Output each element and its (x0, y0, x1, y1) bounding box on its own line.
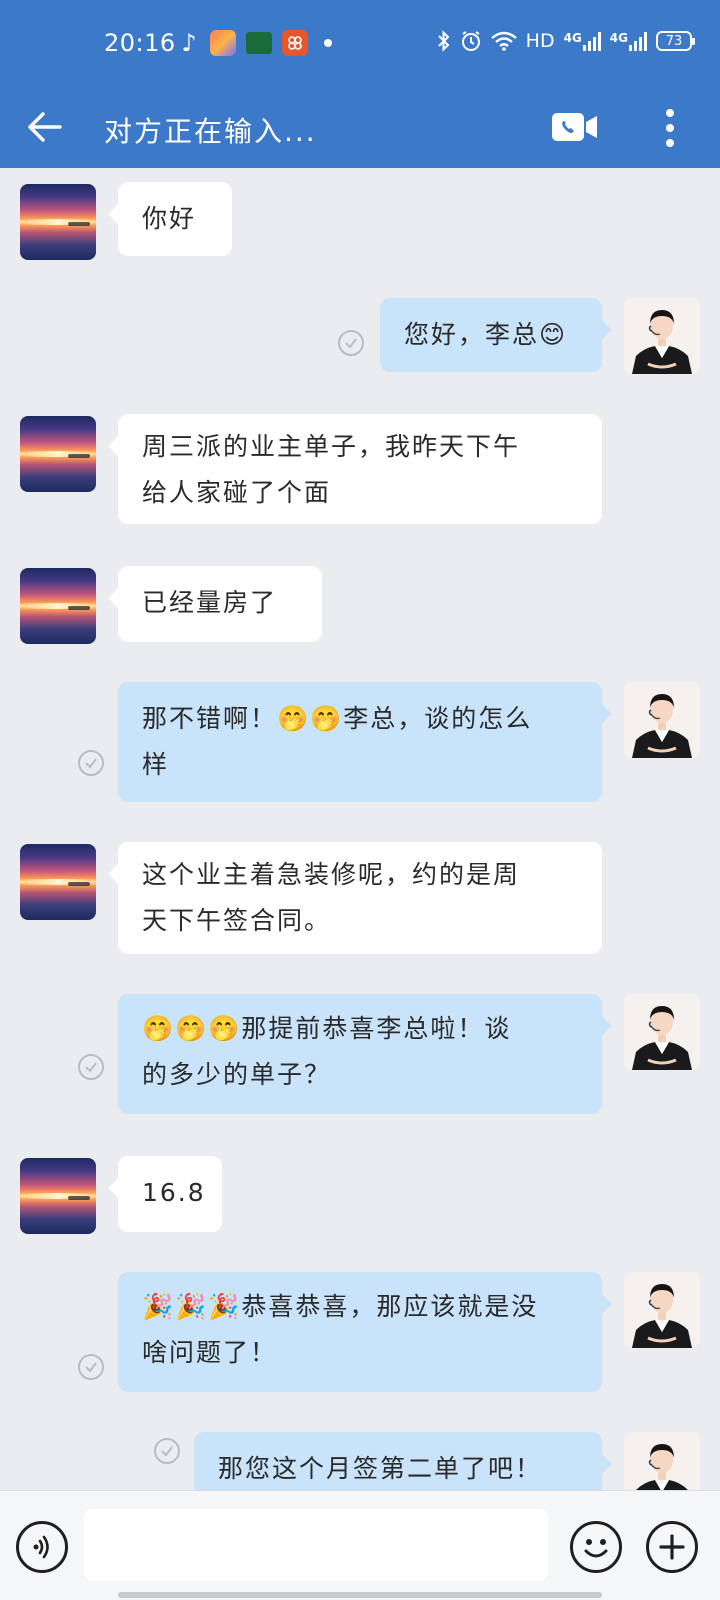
contact-avatar[interactable] (20, 184, 96, 260)
message-text: 🤭🤭🤭那提前恭喜李总啦！谈 (142, 1014, 512, 1043)
message-text: 你好 (142, 204, 197, 233)
user-avatar[interactable] (624, 994, 700, 1070)
emoji-icon (584, 1539, 608, 1558)
music-note-icon: ♪ (181, 29, 197, 57)
signal-1-label: 4G (563, 31, 582, 45)
status-time: 20:16 (104, 29, 176, 57)
message-text: 周三派的业主单子，我昨天下午 (142, 432, 521, 461)
contact-avatar[interactable] (20, 844, 96, 920)
home-indicator[interactable] (118, 1592, 602, 1598)
contact-avatar[interactable] (20, 1158, 96, 1234)
incoming-message[interactable]: 你好 (108, 182, 232, 256)
dot-icon (324, 39, 332, 47)
message-text: 天下午签合同。 (142, 906, 332, 935)
incoming-message[interactable]: 16.8 (108, 1156, 222, 1232)
message-text: 的多少的单子？ (142, 1060, 332, 1089)
hd-label: HD (525, 30, 555, 52)
signal-bars-icon (629, 31, 647, 51)
message-text: 那不错啊！🤭🤭李总，谈的怎么 (142, 704, 533, 733)
plus-button[interactable] (646, 1521, 698, 1573)
user-avatar[interactable] (624, 682, 700, 758)
message-text: 您好，李总😊 (404, 320, 568, 349)
alarm-icon (460, 30, 482, 52)
outgoing-message[interactable]: 那您这个月签第二单了吧！ (194, 1432, 612, 1490)
outgoing-message[interactable]: 那不错啊！🤭🤭李总，谈的怎么 样 (118, 682, 612, 802)
app-icon (282, 30, 308, 56)
user-avatar[interactable] (624, 1432, 700, 1490)
video-call-icon (552, 113, 597, 141)
message-text: 已经量房了 (142, 588, 278, 617)
app-icon (210, 30, 236, 56)
outgoing-message[interactable]: 🎉🎉🎉恭喜恭喜，那应该就是没 啥问题了！ (118, 1272, 612, 1392)
more-vert-icon (666, 109, 674, 147)
contact-avatar[interactable] (20, 416, 96, 492)
signal-2: 4G (610, 31, 647, 51)
incoming-message[interactable]: 周三派的业主单子，我昨天下午 给人家碰了个面 (108, 414, 602, 524)
signal-1: 4G (564, 31, 601, 51)
back-button[interactable] (20, 102, 70, 152)
back-arrow-icon (28, 112, 62, 142)
bluetooth-icon (437, 30, 451, 52)
wifi-icon (490, 31, 517, 51)
video-call-button[interactable] (548, 104, 602, 150)
read-check-icon (78, 1354, 104, 1380)
read-check-icon (338, 330, 364, 356)
contact-avatar[interactable] (20, 568, 96, 644)
system-icons: HD 4G 4G 73 (437, 30, 695, 52)
signal-bars-icon (582, 31, 601, 51)
message-text: 那您这个月签第二单了吧！ (218, 1454, 543, 1483)
chat-title: 对方正在输入... (104, 115, 317, 148)
app-icon (246, 32, 272, 54)
notification-icons: ♪ (178, 29, 332, 57)
outgoing-message[interactable]: 您好，李总😊 (380, 298, 612, 372)
message-text: 这个业主着急装修呢，约的是周 (142, 860, 521, 889)
voice-button[interactable] (16, 1521, 68, 1573)
read-check-icon (154, 1438, 180, 1464)
message-text: 啥问题了！ (142, 1338, 278, 1367)
message-text: 给人家碰了个面 (142, 478, 332, 507)
signal-2-label: 4G (609, 31, 628, 45)
message-text: 🎉🎉🎉恭喜恭喜，那应该就是没 (142, 1292, 539, 1321)
read-check-icon (78, 750, 104, 776)
user-avatar[interactable] (624, 298, 700, 374)
battery-icon: 73 (656, 31, 695, 51)
emoji-button[interactable] (570, 1521, 622, 1573)
status-bar: 20:16 ♪ HD 4G 4G 73 (0, 0, 720, 88)
voice-icon (33, 1535, 49, 1559)
input-bar (0, 1490, 720, 1600)
more-options-button[interactable] (650, 100, 690, 156)
message-text: 16.8 (142, 1178, 206, 1207)
incoming-message[interactable]: 已经量房了 (108, 566, 322, 642)
message-input[interactable] (84, 1509, 548, 1581)
outgoing-message[interactable]: 🤭🤭🤭那提前恭喜李总啦！谈 的多少的单子？ (118, 994, 612, 1114)
message-text: 样 (142, 750, 170, 779)
chat-header: 对方正在输入... (0, 88, 720, 168)
user-avatar[interactable] (624, 1272, 700, 1348)
message-list[interactable]: 你好 您好，李总😊 周三派的业主单子，我昨天下午 给人家碰了个面 已经量房了 那… (0, 168, 720, 1490)
read-check-icon (78, 1054, 104, 1080)
incoming-message[interactable]: 这个业主着急装修呢，约的是周 天下午签合同。 (108, 842, 602, 954)
plus-icon (659, 1534, 685, 1560)
